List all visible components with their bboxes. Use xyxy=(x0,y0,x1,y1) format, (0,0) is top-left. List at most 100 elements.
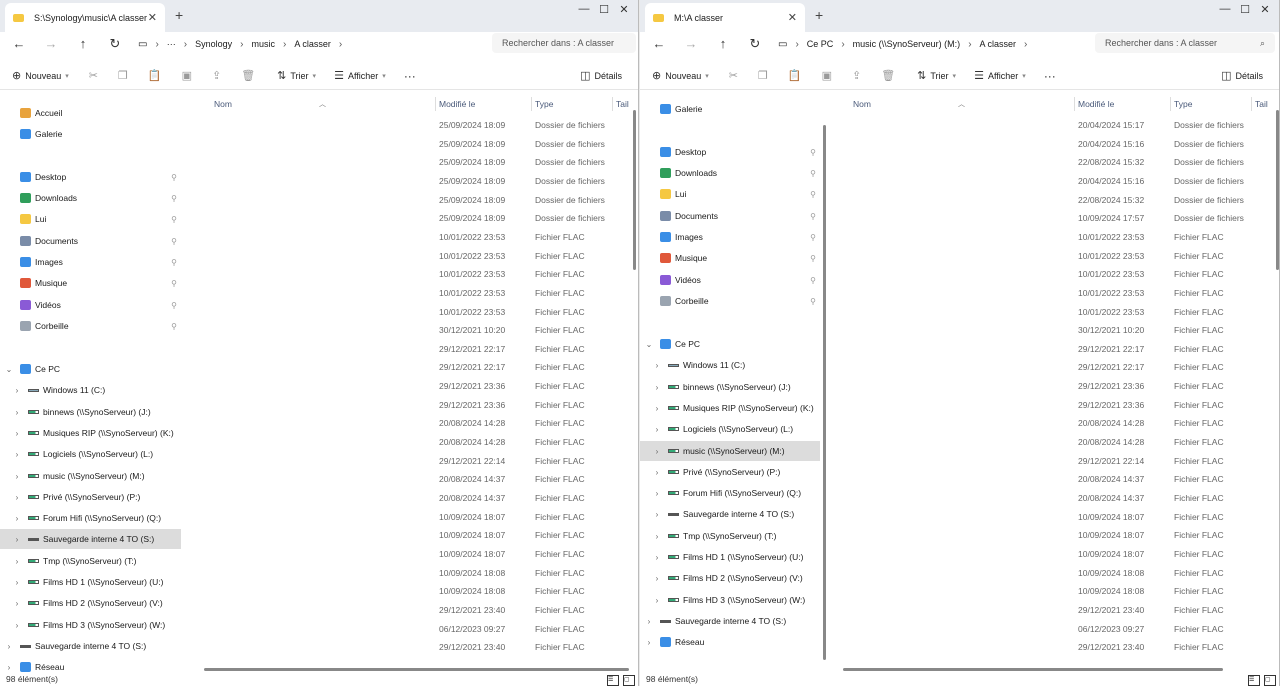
file-row[interactable]: Antonio Forcione - Poema - 01 - 01 - Poe… xyxy=(192,451,638,470)
file-row[interactable]: Almah - Avishai Cohen - 09 - 09 Kefel.fl… xyxy=(831,357,1279,376)
refresh-button[interactable]: ↻ xyxy=(100,36,130,52)
more-options-button[interactable]: ··· xyxy=(1044,69,1056,83)
column-divider[interactable] xyxy=(1170,97,1171,111)
chevron-right-icon[interactable]: › xyxy=(652,532,662,541)
file-row[interactable]: 5 - B-Tribe - 08 - 08 Ode to Dolores Del… xyxy=(192,302,638,321)
file-row[interactable]: As If to Nothing - Craig Armstrong - 01 … xyxy=(192,600,638,619)
minimize-button[interactable]: — xyxy=(1215,3,1235,15)
nav-item[interactable]: Downloads ⚲ xyxy=(0,188,181,208)
file-row[interactable]: Arkenstone - Citizen of the World - 09 -… xyxy=(192,488,638,507)
file-row[interactable]: Arkenstone - Spirit of Tibet - 05 - 05 R… xyxy=(831,581,1279,600)
file-row[interactable]: Arkenstone - Spirit of Tibet - 03 - 03 N… xyxy=(192,544,638,563)
nav-item[interactable]: Vidéos ⚲ xyxy=(640,270,820,290)
search-input[interactable]: Rechercher dans : A classer xyxy=(492,33,636,53)
chevron-right-icon[interactable]: › xyxy=(652,510,662,519)
chevron-right-icon[interactable]: › xyxy=(12,599,22,608)
nav-item[interactable]: Vidéos ⚲ xyxy=(0,295,181,315)
file-row[interactable]: 5th House - Dominic Miller - 10 - 10 Gat… xyxy=(831,320,1279,339)
file-row[interactable]: 5 - B-Tribe - 02 - 02 Anika.flac 10/01/2… xyxy=(192,227,638,246)
delete-icon[interactable]: 🗑 xyxy=(241,69,255,82)
chevron-right-icon[interactable]: › xyxy=(652,425,662,434)
column-divider[interactable] xyxy=(1074,97,1075,111)
breadcrumb-item[interactable]: Ce PC xyxy=(807,39,834,49)
column-modified[interactable]: Modifié le xyxy=(1078,99,1114,109)
file-row[interactable]: 5 - B-Tribe - 08 - 08 Ode to Dolores Del… xyxy=(831,302,1279,321)
file-row[interactable]: Greg Ellis - Kala Rupa - Explorations in… xyxy=(831,152,1279,171)
nav-item[interactable]: Documents ⚲ xyxy=(640,206,820,226)
maximize-button[interactable]: ☐ xyxy=(594,3,614,16)
maximize-button[interactable]: ☐ xyxy=(1235,3,1255,16)
nav-item[interactable]: › Windows 11 (C:) xyxy=(0,380,181,400)
sort-button[interactable]: ⇅ Trier ▾ xyxy=(917,69,956,82)
cut-icon[interactable]: ✂ xyxy=(89,69,98,82)
nav-item[interactable]: Musique ⚲ xyxy=(640,248,820,268)
column-divider[interactable] xyxy=(1251,97,1252,111)
nav-item[interactable]: › Musiques RIP (\\SynoServeur) (K:) xyxy=(0,423,181,443)
chevron-right-icon[interactable]: › xyxy=(12,578,22,587)
column-type[interactable]: Type xyxy=(1174,99,1192,109)
file-row[interactable]: Arkenstone - Spirit of Tibet - 01 - 01 H… xyxy=(831,507,1279,526)
back-button[interactable]: ← xyxy=(4,36,34,51)
tab-active[interactable]: S:\Synology\music\A classer ✕ xyxy=(5,3,165,32)
share-icon[interactable]: ⇪ xyxy=(212,69,221,82)
nav-item[interactable]: › Windows 11 (C:) xyxy=(640,355,820,375)
file-row[interactable]: As If to Nothing - Craig Armstrong - 04 … xyxy=(831,637,1279,656)
nav-item[interactable]: › Réseau xyxy=(640,632,820,652)
file-row[interactable]: Arkenstone - Spirit of Tibet - 01 - 01 H… xyxy=(192,507,638,526)
chevron-right-icon[interactable]: › xyxy=(652,489,662,498)
delete-icon[interactable]: 🗑 xyxy=(881,69,895,82)
nav-item[interactable]: Images ⚲ xyxy=(0,252,181,272)
file-row[interactable]: Glen Velez - Assyrian Rose 20/04/2024 15… xyxy=(831,115,1279,134)
file-list-scrollbar[interactable] xyxy=(1276,110,1279,270)
file-row[interactable]: Gus Teja - Rythem of Paradise 25/09/2024… xyxy=(192,190,638,209)
breadcrumb-item[interactable]: music xyxy=(252,39,276,49)
file-row[interactable]: 5 - B-Tribe - 07 - 07 Wisdom & Courage.f… xyxy=(831,283,1279,302)
column-divider[interactable] xyxy=(435,97,436,111)
file-row[interactable]: Almah - Avishai Cohen - 01 - 01 Overture… xyxy=(831,339,1279,358)
details-view-icon[interactable]: ☰ xyxy=(1248,675,1260,686)
file-row[interactable]: Guem Percussions - Le Serpent 20/04/2024… xyxy=(831,171,1279,190)
nav-item[interactable]: › Forum Hifi (\\SynoServeur) (Q:) xyxy=(640,483,820,503)
chevron-right-icon[interactable]: › xyxy=(12,514,22,523)
nav-item[interactable]: › music (\\SynoServeur) (M:) xyxy=(0,466,181,486)
nav-item[interactable]: › Films HD 2 (\\SynoServeur) (V:) xyxy=(640,568,820,588)
details-button[interactable]: ◫ Détails xyxy=(1221,69,1263,82)
nav-item[interactable]: › music (\\SynoServeur) (M:) xyxy=(640,441,820,461)
nav-item[interactable]: Desktop ⚲ xyxy=(0,167,181,187)
close-tab-icon[interactable]: ✕ xyxy=(788,11,797,24)
view-button[interactable]: ☰ Afficher ▾ xyxy=(334,69,386,82)
chevron-right-icon[interactable]: › xyxy=(12,472,22,481)
file-row[interactable]: Anthony Phillips - Private Parts & Piece… xyxy=(831,413,1279,432)
file-row[interactable]: Amansara - Chancha Vía Circuito - 02 - 0… xyxy=(192,376,638,395)
nav-item[interactable]: Lui ⚲ xyxy=(640,184,820,204)
file-row[interactable]: Amansara - Chancha Vía Circuito - 02 - 0… xyxy=(831,376,1279,395)
nav-item[interactable]: Accueil xyxy=(0,103,181,123)
column-size[interactable]: Tail xyxy=(1255,99,1268,109)
nav-item[interactable]: Desktop ⚲ xyxy=(640,142,820,162)
file-row[interactable]: Amansara - Chancha Vía Circuito - 05 - 0… xyxy=(192,395,638,414)
paste-icon[interactable]: 📋 xyxy=(788,69,802,82)
tiles-view-icon[interactable]: ▢ xyxy=(623,675,635,686)
file-row[interactable]: Antonio Forcione - Poema - 01 - 01 - Poe… xyxy=(831,451,1279,470)
chevron-right-icon[interactable]: › xyxy=(4,663,14,672)
column-divider[interactable] xyxy=(612,97,613,111)
file-row[interactable]: Anthony Phillips - Private Parts & Piece… xyxy=(192,432,638,451)
nav-item[interactable]: › Musiques RIP (\\SynoServeur) (K:) xyxy=(640,398,820,418)
new-tab-button[interactable]: + xyxy=(175,7,183,23)
nav-item[interactable]: › Films HD 3 (\\SynoServeur) (W:) xyxy=(0,615,181,635)
new-tab-button[interactable]: + xyxy=(815,7,823,23)
close-tab-icon[interactable]: ✕ xyxy=(148,11,157,24)
chevron-right-icon[interactable]: › xyxy=(652,468,662,477)
chevron-right-icon[interactable]: › xyxy=(644,617,654,626)
nav-item[interactable]: Corbeille ⚲ xyxy=(640,291,820,311)
horizontal-scrollbar[interactable] xyxy=(843,668,1223,671)
share-icon[interactable]: ⇪ xyxy=(852,69,861,82)
chevron-right-icon[interactable]: › xyxy=(12,621,22,630)
chevron-right-icon[interactable]: › xyxy=(12,408,22,417)
nav-item[interactable]: › Films HD 1 (\\SynoServeur) (U:) xyxy=(640,547,820,567)
close-window-button[interactable]: ✕ xyxy=(1255,3,1275,16)
file-row[interactable]: Anthony Phillips - Private Parts & Piece… xyxy=(192,413,638,432)
up-button[interactable]: ↑ xyxy=(708,36,738,51)
nav-item[interactable]: › Privé (\\SynoServeur) (P:) xyxy=(640,462,820,482)
file-row[interactable]: As If to Nothing - Craig Armstrong - 04 … xyxy=(192,637,638,656)
